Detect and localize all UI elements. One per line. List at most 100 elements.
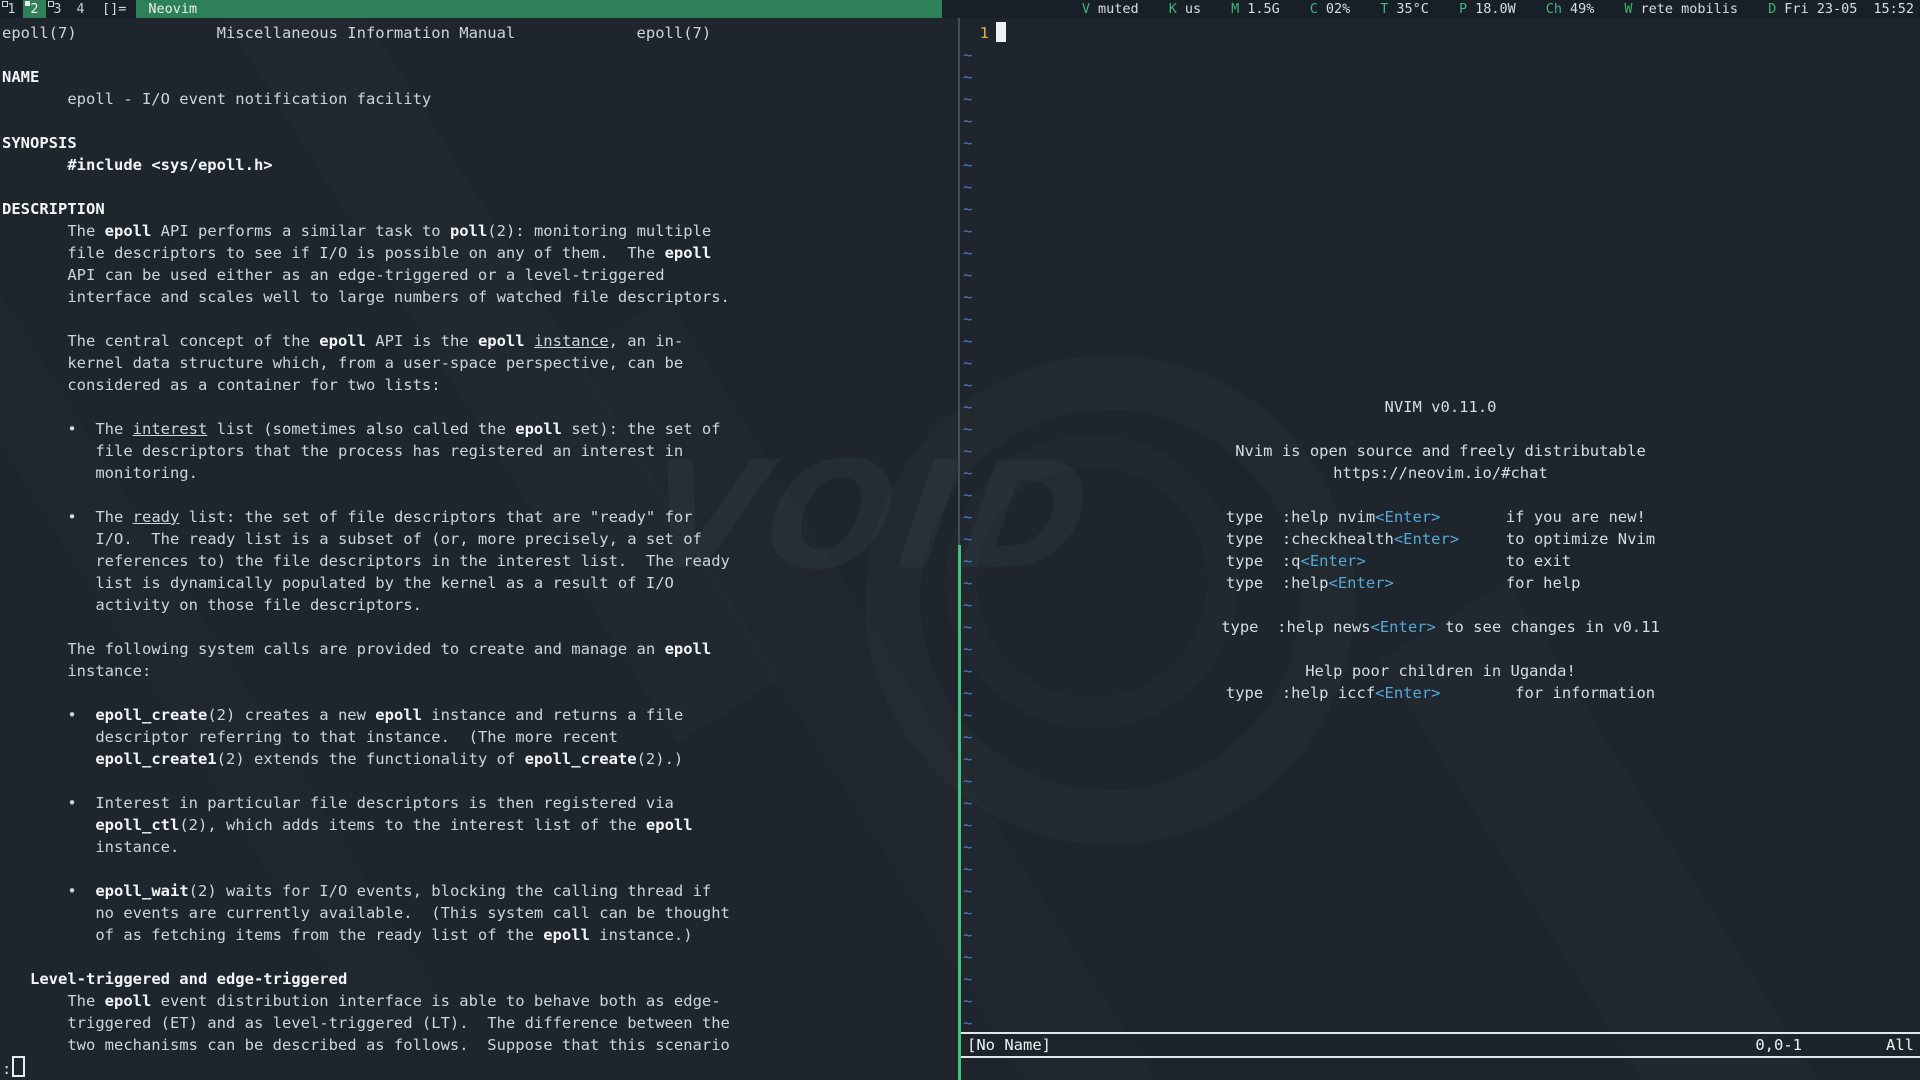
man-line: [2, 616, 957, 638]
empty-line: ~: [961, 242, 1920, 264]
man-text: (2), which adds items to the interest li…: [179, 816, 646, 834]
intro-text: Nvim is open source and freely distribut…: [1235, 442, 1646, 460]
tag-4[interactable]: 4: [69, 0, 92, 18]
man-line: file descriptors to see if I/O is possib…: [2, 242, 957, 264]
man-line: epoll - I/O event notification facility: [2, 88, 957, 110]
tilde-icon: ~: [963, 904, 972, 922]
tilde-icon: ~: [963, 266, 972, 284]
man-text: monitoring.: [2, 464, 198, 482]
man-text: (2) extends the functionality of: [217, 750, 525, 768]
man-line: no events are currently available. (This…: [2, 902, 957, 924]
line-number: 1: [963, 22, 989, 44]
status-item-keyboard-layout: Kus: [1169, 0, 1201, 18]
tilde-icon: ~: [963, 178, 972, 196]
tag-indicator: [48, 1, 54, 7]
man-text: SYNOPSIS: [2, 134, 77, 152]
tilde-icon: ~: [963, 68, 972, 86]
man-text: The central concept of the: [2, 332, 319, 350]
status-key: K: [1169, 1, 1177, 17]
enter-key-hint: <Enter>: [1375, 684, 1440, 702]
man-line: epoll_create1(2) extends the functionali…: [2, 748, 957, 770]
man-text: instance and returns a file: [422, 706, 683, 724]
nvim-intro-line: type :help news<Enter> to see changes in…: [961, 616, 1920, 638]
status-value: 35°C: [1396, 1, 1429, 17]
nvim-intro-line: https://neovim.io/#chat: [961, 462, 1920, 484]
empty-line: ~: [961, 946, 1920, 968]
man-text: [2, 816, 95, 834]
intro-text: type :q: [1226, 552, 1301, 570]
empty-line: ~: [961, 880, 1920, 902]
empty-line: ~: [961, 902, 1920, 924]
tilde-icon: ~: [963, 706, 972, 724]
empty-line: ~: [961, 792, 1920, 814]
statusline-ruler: 0,0-1: [1755, 1036, 1802, 1054]
intro-text: type :checkhealth: [1226, 530, 1394, 548]
tilde-icon: ~: [963, 970, 972, 988]
status-key: Ch: [1546, 1, 1562, 17]
intro-text: type :help news: [1221, 618, 1370, 636]
empty-line: ~: [961, 1012, 1920, 1034]
empty-line: ~: [961, 66, 1920, 88]
tilde-icon: ~: [963, 838, 972, 856]
status-item-network: Wrete mobilis: [1624, 0, 1738, 18]
intro-text: type :help: [1226, 574, 1329, 592]
man-line: • The interest list (sometimes also call…: [2, 418, 957, 440]
empty-line: ~: [961, 814, 1920, 836]
intro-text: NVIM v0.11.0: [1385, 398, 1497, 416]
man-text: DESCRIPTION: [2, 200, 105, 218]
man-text: (2) creates a new: [207, 706, 375, 724]
tilde-icon: ~: [963, 816, 972, 834]
status-item-date: D Fri 23-05: [1768, 0, 1857, 18]
man-text: triggered (ET) and as level-triggered (L…: [2, 1014, 730, 1032]
man-line: [2, 946, 957, 968]
buffer-line-1: 1: [961, 22, 1920, 44]
man-line: list is dynamically populated by the ker…: [2, 572, 957, 594]
man-text: activity on those file descriptors.: [2, 596, 422, 614]
man-text: API can be used either as an edge-trigge…: [2, 266, 665, 284]
man-text: interest: [133, 420, 208, 438]
tilde-icon: ~: [963, 134, 972, 152]
empty-line: ~: [961, 110, 1920, 132]
man-text: ready: [133, 508, 180, 526]
tag-3[interactable]: 3: [46, 0, 69, 18]
enter-key-hint: <Enter>: [1301, 552, 1366, 570]
man-text: instance.): [590, 926, 693, 944]
man-line: activity on those file descriptors.: [2, 594, 957, 616]
man-text: epoll: [375, 706, 422, 724]
man-text: epoll - I/O event notification facility: [2, 90, 431, 108]
status-key: D: [1768, 1, 1776, 17]
man-line: epoll_ctl(2), which adds items to the in…: [2, 814, 957, 836]
man-text: :: [2, 1060, 11, 1078]
man-text: two mechanisms can be described as follo…: [2, 1036, 730, 1054]
man-text: epoll(7) Miscellaneous Information Manua…: [2, 24, 711, 42]
empty-line: ~: [961, 264, 1920, 286]
intro-text: to see changes in v0.11: [1436, 618, 1660, 636]
tag-label: 1: [7, 1, 15, 17]
man-text: epoll: [319, 332, 366, 350]
status-value: Fri 23-05: [1784, 1, 1857, 17]
empty-line: ~: [961, 132, 1920, 154]
empty-line: ~: [961, 220, 1920, 242]
nvim-intro-line: NVIM v0.11.0: [961, 396, 1920, 418]
terminal-neovim[interactable]: 1 ~~~~~~~~~~~~~~~~~~~~~~~~~~~~~~~~~~~~~~…: [961, 18, 1920, 1080]
man-text: #include <sys/epoll.h>: [67, 156, 272, 174]
man-line: • epoll_wait(2) waits for I/O events, bl…: [2, 880, 957, 902]
man-text: Level-triggered and edge-triggered: [30, 970, 347, 988]
nvim-statusline[interactable]: [No Name] 0,0-1All: [961, 1032, 1920, 1058]
nvim-intro: NVIM v0.11.0 Nvim is open source and free…: [961, 396, 1920, 704]
man-text: [2, 970, 30, 988]
layout-symbol[interactable]: []=: [92, 0, 136, 18]
man-line: Level-triggered and edge-triggered: [2, 968, 957, 990]
terminal-man-page[interactable]: epoll(7) Miscellaneous Information Manua…: [0, 18, 957, 1080]
tilde-icon: ~: [963, 992, 972, 1010]
man-text: [525, 332, 534, 350]
man-text: epoll_wait: [95, 882, 188, 900]
nvim-intro-line: [961, 484, 1920, 506]
man-text: event distribution interface is able to …: [151, 992, 720, 1010]
status-key: V: [1082, 1, 1090, 17]
tag-1[interactable]: 1: [0, 0, 23, 18]
tag-2[interactable]: 2: [23, 0, 46, 18]
status-modules: VmutedKusM1.5GC02%T35°CP18.0WCh49%Wrete …: [942, 0, 1920, 18]
empty-line: ~: [961, 374, 1920, 396]
tag-label: 4: [76, 1, 84, 17]
